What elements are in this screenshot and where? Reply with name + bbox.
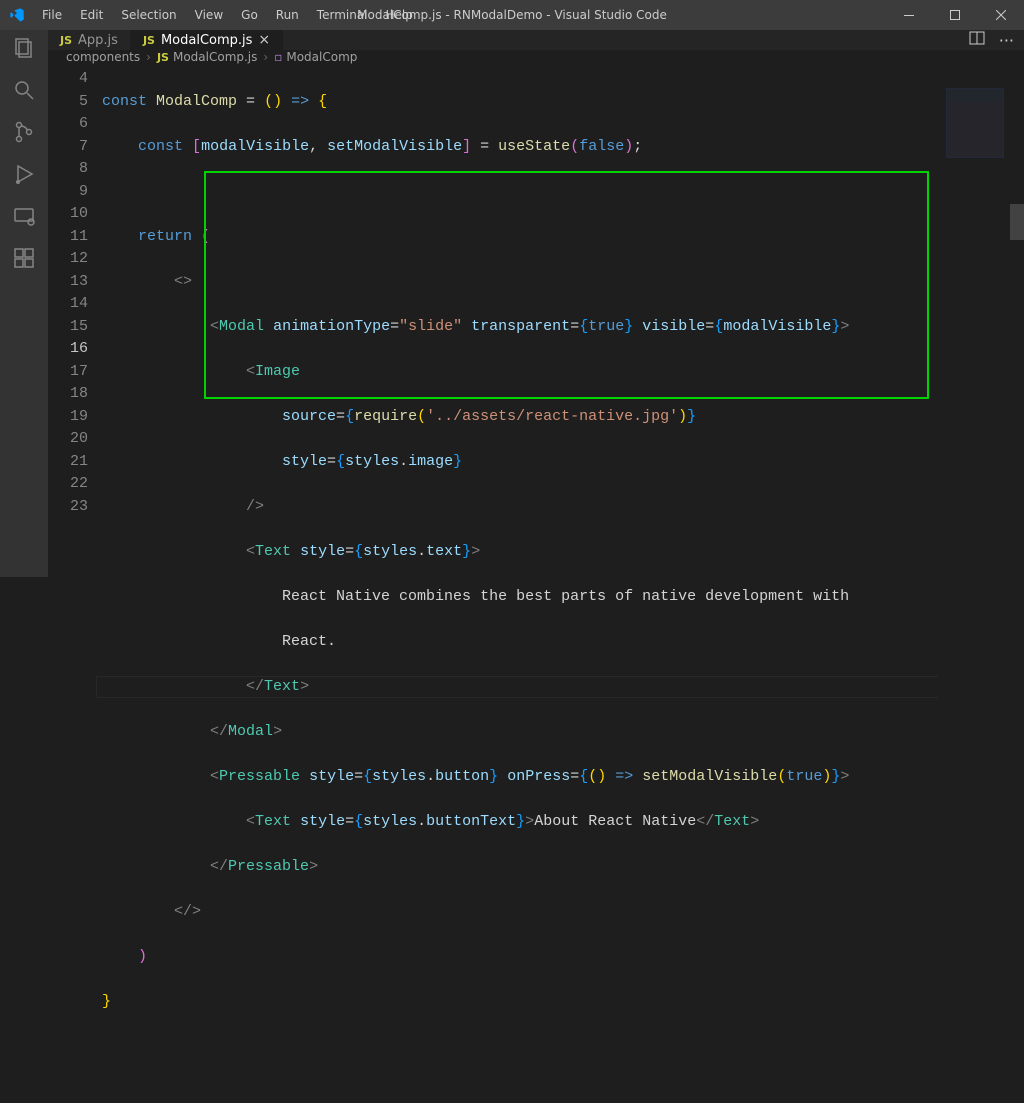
minimap[interactable] bbox=[938, 64, 1008, 1103]
menu-edit[interactable]: Edit bbox=[72, 4, 111, 26]
menu-selection[interactable]: Selection bbox=[113, 4, 184, 26]
symbol-icon: ▫ bbox=[274, 50, 282, 64]
close-button[interactable] bbox=[978, 0, 1024, 30]
tab-label: ModalComp.js bbox=[161, 33, 252, 48]
window-title: ModalComp.js - RNModalDemo - Visual Stud… bbox=[357, 8, 667, 22]
editor-actions: ··· bbox=[959, 30, 1024, 50]
extensions-icon[interactable] bbox=[12, 246, 36, 270]
tab-label: App.js bbox=[78, 33, 118, 48]
maximize-button[interactable] bbox=[932, 0, 978, 30]
titlebar: File Edit Selection View Go Run Terminal… bbox=[0, 0, 1024, 30]
source-control-icon[interactable] bbox=[12, 120, 36, 144]
run-debug-icon[interactable] bbox=[12, 162, 36, 186]
menu-view[interactable]: View bbox=[187, 4, 231, 26]
tab-app-js[interactable]: JS App.js bbox=[48, 30, 131, 50]
breadcrumbs[interactable]: components › JS ModalComp.js › ▫ ModalCo… bbox=[48, 50, 1024, 64]
menu-go[interactable]: Go bbox=[233, 4, 266, 26]
code-editor[interactable]: 4567891011121314151617181920212223 const… bbox=[48, 64, 1024, 1103]
breadcrumb-segment[interactable]: components bbox=[66, 50, 140, 64]
code-content[interactable]: const ModalComp = () => { const [modalVi… bbox=[102, 64, 1024, 1103]
minimize-button[interactable] bbox=[886, 0, 932, 30]
scrollbar-thumb[interactable] bbox=[1010, 204, 1024, 240]
chevron-right-icon: › bbox=[263, 50, 268, 64]
window-controls bbox=[886, 0, 1024, 30]
tab-modalcomp-js[interactable]: JS ModalComp.js × bbox=[131, 30, 283, 50]
minimap-viewport[interactable] bbox=[946, 88, 1004, 158]
remote-icon[interactable] bbox=[12, 204, 36, 228]
vscode-logo-icon bbox=[8, 6, 26, 24]
menu-file[interactable]: File bbox=[34, 4, 70, 26]
js-file-icon: JS bbox=[60, 34, 72, 47]
more-actions-icon[interactable]: ··· bbox=[999, 31, 1014, 50]
search-icon[interactable] bbox=[12, 78, 36, 102]
line-number-gutter: 4567891011121314151617181920212223 bbox=[48, 64, 102, 1103]
chevron-right-icon: › bbox=[146, 50, 151, 64]
split-editor-icon[interactable] bbox=[969, 30, 985, 50]
editor-tabs: JS App.js JS ModalComp.js × ··· bbox=[48, 30, 1024, 50]
js-file-icon: JS bbox=[157, 51, 169, 64]
activity-bar bbox=[0, 30, 48, 577]
tab-close-icon[interactable]: × bbox=[258, 32, 270, 48]
js-file-icon: JS bbox=[143, 34, 155, 47]
breadcrumb-segment[interactable]: ModalComp bbox=[286, 50, 357, 64]
menu-run[interactable]: Run bbox=[268, 4, 307, 26]
breadcrumb-segment[interactable]: ModalComp.js bbox=[173, 50, 257, 64]
explorer-icon[interactable] bbox=[12, 36, 36, 60]
vertical-scrollbar[interactable] bbox=[1010, 64, 1024, 1103]
